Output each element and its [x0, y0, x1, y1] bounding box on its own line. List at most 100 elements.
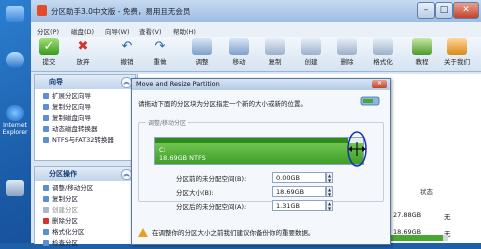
op-delete[interactable]: 删除分区: [35, 216, 135, 227]
op-format[interactable]: 格式化分区: [35, 227, 135, 238]
move-icon: [229, 38, 249, 55]
minimize-button[interactable]: –: [417, 2, 435, 19]
wizard-panel-title: 向导: [49, 78, 63, 86]
partition-panel-header[interactable]: 分区操作 ︽: [35, 167, 135, 181]
convert-icon: [43, 137, 49, 143]
resize-handle[interactable]: [344, 129, 374, 169]
wizard-ntfs-fat32-label: NTFS与FAT32转换器: [52, 136, 114, 144]
op-check-label: 检查分区: [52, 239, 78, 247]
desktop-network-icon[interactable]: [2, 52, 28, 69]
list-row-1-status: 无: [444, 213, 451, 221]
wizard-extend-label: 扩展分区向导: [52, 92, 91, 100]
dialog-close-button[interactable]: ✕: [372, 80, 387, 88]
submit-button[interactable]: ✓ 提交: [33, 38, 65, 66]
wizard-dynamic-disk[interactable]: 动态磁盘转换器: [35, 124, 135, 135]
dialog-title: Move and Resize Partition: [132, 79, 390, 90]
create-icon: [301, 38, 321, 55]
list-status-header: 状态: [420, 188, 433, 196]
about-button[interactable]: 关于我们: [441, 38, 473, 66]
format-label: 格式化: [373, 58, 393, 66]
wizard-panel: 向导 ︽ 扩展分区向导 复制分区向导 复制磁盘向导 动态磁盘转换器 NTFS与F…: [34, 74, 136, 161]
menu-disk[interactable]: 磁盘(D): [71, 26, 94, 36]
partition-panel-title: 分区操作: [49, 170, 77, 178]
wizard-dynamic-disk-label: 动态磁盘转换器: [52, 125, 98, 133]
adjust-icon: [192, 38, 212, 55]
undo-icon: ↶: [121, 39, 133, 54]
dynamic-disk-icon: [43, 126, 49, 132]
discard-button[interactable]: ✖ 放弃: [67, 38, 99, 66]
about-icon: [447, 38, 467, 55]
warning-text: 在调整你的分区大小之前我们建议你备份你的重要数据。: [152, 229, 315, 237]
op-create[interactable]: 创建分区: [35, 205, 135, 216]
copy-disk-icon: [43, 115, 49, 121]
desktop-ie-icon[interactable]: Internet Explorer: [2, 105, 28, 136]
adjust-label: 调整: [195, 58, 209, 66]
op-check[interactable]: 检查分区: [35, 238, 135, 249]
wizard-copy-disk-label: 复制磁盘向导: [52, 114, 91, 122]
redo-label: 重做: [153, 58, 167, 66]
delete-icon: [43, 218, 49, 224]
move-button[interactable]: 移动: [223, 38, 255, 66]
partition-name: C:: [159, 146, 166, 154]
partition-info: 18.69GB NTFS: [159, 154, 206, 162]
partition-size-input[interactable]: 18.69GB: [272, 186, 326, 197]
tutorial-button[interactable]: 教程: [406, 38, 438, 66]
maximize-button[interactable]: □: [435, 2, 453, 19]
list-row-1-size: 27.88GB: [393, 211, 422, 219]
list-row-2-bar: [388, 235, 448, 241]
app-logo-icon: [37, 5, 47, 16]
format-icon: [373, 38, 393, 55]
unallocated-after-input[interactable]: 1.31GB: [272, 200, 326, 211]
create-label: 创建: [304, 58, 318, 66]
partition-size-spinner[interactable]: ▲ ▼: [326, 186, 333, 197]
unallocated-after-spinner[interactable]: ▲ ▼: [326, 200, 333, 211]
resize-icon: [43, 185, 49, 191]
warning-message: 在调整你的分区大小之前我们建议你备份你的重要数据。: [138, 227, 315, 237]
wizard-copy-partition-label: 复制分区向导: [52, 103, 91, 111]
adjust-button[interactable]: 调整: [186, 38, 218, 66]
desktop-computer-icon[interactable]: [2, 6, 28, 23]
desktop-ie-label-2: Explorer: [2, 129, 28, 136]
copy-icon: [43, 196, 49, 202]
create-button[interactable]: 创建: [295, 38, 327, 66]
partition-operations-panel: 分区操作 ︽ 调整/移动分区 复制分区 创建分区 删除分区 格式化分区 检查分区: [34, 166, 136, 247]
undo-button[interactable]: ↶ 撤销: [111, 38, 143, 66]
wizard-copy-partition[interactable]: 复制分区向导: [35, 102, 135, 113]
delete-icon: [337, 38, 357, 55]
wizard-copy-disk[interactable]: 复制磁盘向导: [35, 113, 135, 124]
close-button[interactable]: ✕: [453, 2, 479, 19]
tutorial-label: 教程: [415, 58, 429, 66]
op-resize-move[interactable]: 调整/移动分区: [35, 183, 135, 194]
menu-wizard[interactable]: 向导(W): [105, 26, 130, 36]
partition-block[interactable]: C: 18.69GB NTFS: [154, 137, 364, 165]
tutorial-icon: [412, 38, 432, 55]
unallocated-after-label: 分区后的未分配空间(A):: [176, 203, 247, 211]
dialog-instruction: 请拖动下面的分区块为分区指定一个新的大小或新的位置。: [138, 100, 307, 108]
wizard-extend[interactable]: 扩展分区向导: [35, 91, 135, 102]
format-button[interactable]: 格式化: [367, 38, 399, 66]
menu-help[interactable]: 帮助(H): [173, 26, 196, 36]
op-create-label: 创建分区: [52, 206, 78, 214]
desktop-ie-label-1: Internet: [3, 122, 27, 129]
redo-button[interactable]: ↷ 重做: [144, 38, 176, 66]
partition-size-label: 分区大小(B):: [176, 189, 214, 197]
unallocated-before-spinner[interactable]: ▲ ▼: [326, 172, 333, 183]
menu-view[interactable]: 查看(V): [139, 26, 162, 36]
redo-icon: ↷: [154, 39, 166, 54]
desktop-recycle-icon[interactable]: [2, 180, 28, 197]
wizard-ntfs-fat32[interactable]: NTFS与FAT32转换器: [35, 135, 135, 146]
copy-partition-icon: [43, 104, 49, 110]
delete-button[interactable]: 删除: [331, 38, 363, 66]
title-bar: 分区助手3.0中文版 - 免费，易用且无会员 – □ ✕: [31, 0, 481, 22]
copy-label: 复制: [268, 58, 282, 66]
partition-tool-icon: [360, 96, 380, 106]
menu-partition[interactable]: 分区(P): [37, 26, 59, 36]
op-copy[interactable]: 复制分区: [35, 194, 135, 205]
create-icon: [43, 207, 49, 213]
copy-button[interactable]: 复制: [259, 38, 291, 66]
unallocated-before-label: 分区前的未分配空间(B):: [176, 175, 247, 183]
warning-icon: [138, 228, 148, 237]
wizard-panel-header[interactable]: 向导 ︽: [35, 75, 135, 89]
op-format-label: 格式化分区: [52, 228, 85, 236]
unallocated-before-input[interactable]: 0.00GB: [272, 172, 326, 183]
